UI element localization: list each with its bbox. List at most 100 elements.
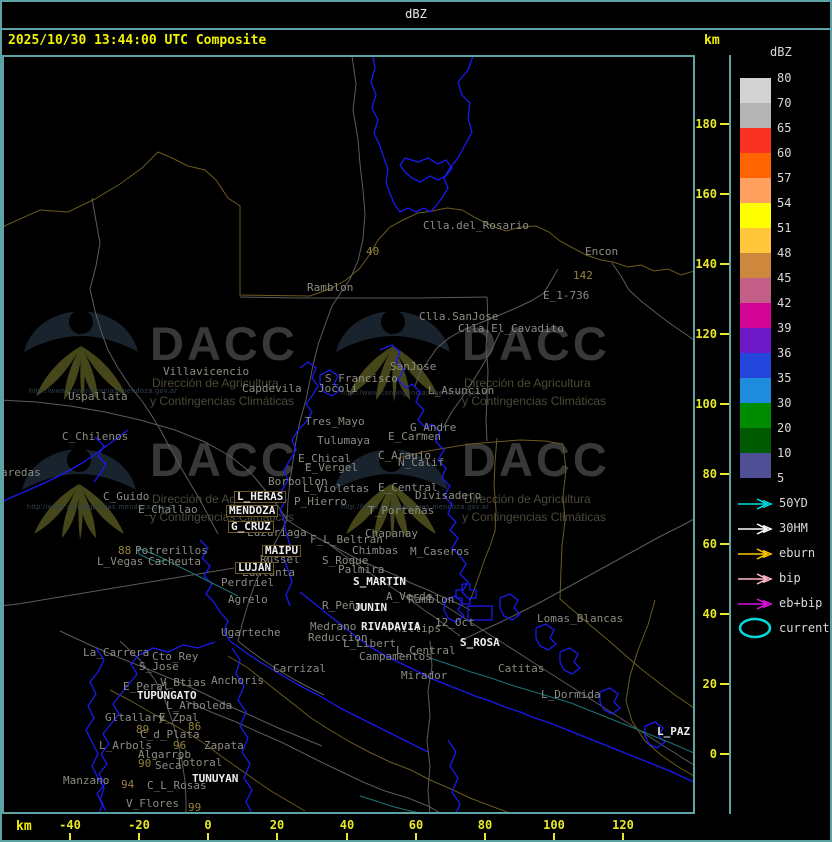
map-label: Clla.El_Cavadito xyxy=(458,324,564,334)
colorbar-block xyxy=(740,303,771,328)
bip-arrow-icon xyxy=(737,571,775,590)
y-tick xyxy=(720,123,729,125)
map-label: Uspallata xyxy=(68,392,128,402)
colorbar-block xyxy=(740,428,771,453)
x-tick-label: 100 xyxy=(532,818,576,832)
colorbar-value-label: 30 xyxy=(777,396,791,410)
map-label: Lomas_Blancas xyxy=(537,614,623,624)
colorbar-value-label: 10 xyxy=(777,446,791,460)
map-label: L_Asuncion xyxy=(428,386,494,396)
x-tick-label: 40 xyxy=(325,818,369,832)
x-tick xyxy=(207,833,209,840)
y-tick xyxy=(720,683,729,685)
city-label: TUNUYAN xyxy=(192,774,238,784)
city-label: RIVADAVIA xyxy=(361,622,421,632)
map-label: T_Porteñas xyxy=(368,506,434,516)
colorbar-value-label: 39 xyxy=(777,321,791,335)
legend-label: 50YD xyxy=(779,496,808,510)
colorbar-block xyxy=(740,353,771,378)
colorbar-block xyxy=(740,278,771,303)
city-label: LUJAN xyxy=(235,562,274,574)
map-label: L_Arboleda xyxy=(166,701,232,711)
legend-label: bip xyxy=(779,571,801,585)
x-tick xyxy=(415,833,417,840)
colorbar-value-label: 48 xyxy=(777,246,791,260)
map-label: Clla.del_Rosario xyxy=(423,221,529,231)
current-storm-icon xyxy=(737,616,773,644)
x-tick-label: 80 xyxy=(463,818,507,832)
city-label: TUPUNGATO xyxy=(137,691,197,701)
road-number-label: 96 xyxy=(173,741,186,751)
eburn-arrow-icon xyxy=(737,546,775,565)
map-label: Ramblon xyxy=(408,595,454,605)
map-label: P_Hierro xyxy=(294,497,347,507)
y-tick xyxy=(720,263,729,265)
y-tick xyxy=(720,753,729,755)
colorbar-title: dBZ xyxy=(770,45,792,59)
map-label: Capdevila xyxy=(242,384,302,394)
road-number-label: 88 xyxy=(118,546,131,556)
road-number-label: 40 xyxy=(366,247,379,257)
y-tick xyxy=(720,193,729,195)
map-label: Cacheuta xyxy=(148,557,201,567)
map-label: SanJose xyxy=(390,362,436,372)
colorbar-block xyxy=(740,403,771,428)
y-tick xyxy=(720,473,729,475)
timestamp: 2025/10/30 13:44:00 UTC Composite xyxy=(8,33,266,48)
map-label: M_Caseros xyxy=(410,547,470,557)
city-label: G_CRUZ xyxy=(228,521,274,533)
legend-label: 30HM xyxy=(779,521,808,535)
colorbar-value-label: 42 xyxy=(777,296,791,310)
map-label: Gltallary xyxy=(105,713,165,723)
x-tick xyxy=(138,833,140,840)
map-label: N_Calif xyxy=(398,458,444,468)
colorbar-block xyxy=(740,103,771,128)
legend-label: current xyxy=(779,621,830,635)
map-label: E_1-736 xyxy=(543,291,589,301)
map-label: E_Carmen xyxy=(388,432,441,442)
colorbar-value-label: 80 xyxy=(777,71,791,85)
x-axis-unit: km xyxy=(16,819,32,834)
city-label: JUNIN xyxy=(354,603,387,613)
x-tick xyxy=(69,833,71,840)
y-tick xyxy=(720,613,729,615)
map-label-layer: Clla.del_Rosario Encon Ramblon E_1-736 Clla.… xyxy=(2,55,694,813)
map-label: E_Challao xyxy=(138,505,198,515)
y-axis-unit: km xyxy=(704,33,720,48)
map-label: V_Flores xyxy=(126,799,179,809)
map-label: L_Libert xyxy=(343,639,396,649)
road-number-label: 142 xyxy=(573,271,593,281)
header-divider xyxy=(0,28,832,30)
map-label: Campamentos xyxy=(359,652,432,662)
map-label: Anchoris xyxy=(211,676,264,686)
road-number-label: 94 xyxy=(121,780,134,790)
colorbar-value-label: 5 xyxy=(777,471,784,485)
colorbar-value-label: 57 xyxy=(777,171,791,185)
city-label: S_MARTIN xyxy=(353,577,406,587)
map-label: L_Violetas xyxy=(303,484,369,494)
frame-top xyxy=(0,0,832,2)
y-tick xyxy=(720,333,729,335)
colorbar-block xyxy=(740,153,771,178)
map-label: Agrelo xyxy=(228,595,268,605)
map-label: Clla.SanJose xyxy=(419,312,498,322)
map-label: S_Jose xyxy=(139,662,179,672)
colorbar-value-label: 60 xyxy=(777,146,791,160)
colorbar-value-label: 36 xyxy=(777,346,791,360)
map-label: Encon xyxy=(585,247,618,257)
map-label: L_Dormida xyxy=(541,690,601,700)
colorbar-block xyxy=(740,78,771,103)
map-label: C_Chilenos xyxy=(62,432,128,442)
colorbar-block xyxy=(740,378,771,403)
eb+bip-arrow-icon xyxy=(737,596,775,615)
x-tick-label: 120 xyxy=(601,818,645,832)
map-label: Ramblon xyxy=(307,283,353,293)
colorbar-block xyxy=(740,228,771,253)
colorbar-value-label: 54 xyxy=(777,196,791,210)
colorbar-block xyxy=(740,253,771,278)
city-label: L_HERAS xyxy=(234,491,286,503)
x-tick-label: -20 xyxy=(117,818,161,832)
city-label: S_ROSA xyxy=(460,638,500,648)
page-title: dBZ xyxy=(0,7,832,21)
x-tick-label: -40 xyxy=(48,818,92,832)
